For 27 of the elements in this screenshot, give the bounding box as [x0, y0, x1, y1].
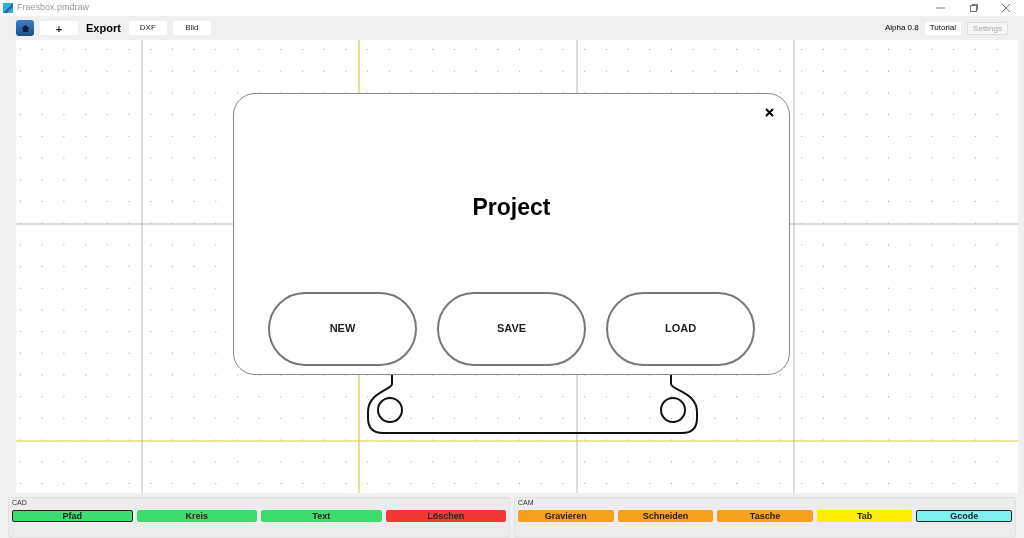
close-button[interactable] [763, 106, 775, 118]
dialog-button[interactable]: NEW [268, 291, 417, 366]
window-title: Fraesbox.pmdraw [17, 1, 90, 15]
toolbar-button[interactable]: + [40, 21, 78, 35]
tool-button[interactable]: Schneiden [617, 510, 714, 522]
toolbar-button[interactable]: Tutorial [924, 21, 962, 35]
toolbar-button[interactable]: Bild [172, 21, 211, 35]
restore-icon[interactable] [970, 4, 978, 12]
close-icon[interactable] [1002, 4, 1010, 12]
tool-button[interactable]: Kreis [136, 510, 257, 522]
tool-button[interactable]: Gcode [916, 510, 1012, 522]
tool-button[interactable]: Löschen [385, 510, 506, 522]
close-icon [764, 107, 774, 117]
tool-button[interactable]: Tab [816, 510, 913, 522]
dialog-button[interactable]: SAVE [437, 291, 586, 366]
home-button[interactable] [16, 20, 34, 36]
export-label: Export [85, 20, 122, 36]
dialog-button[interactable]: LOAD [606, 291, 755, 366]
version-label: Alpha 0.8 [884, 22, 919, 34]
dialog-title: Project [472, 193, 551, 222]
tool-button[interactable]: Pfad [12, 510, 133, 522]
tool-button[interactable]: Tasche [717, 510, 813, 522]
app-icon [3, 3, 13, 13]
tool-button[interactable]: Gravieren [518, 510, 614, 522]
tool-button[interactable]: Text [261, 510, 382, 522]
toolbar-button[interactable]: DXF [128, 21, 167, 35]
home-icon [20, 23, 30, 33]
